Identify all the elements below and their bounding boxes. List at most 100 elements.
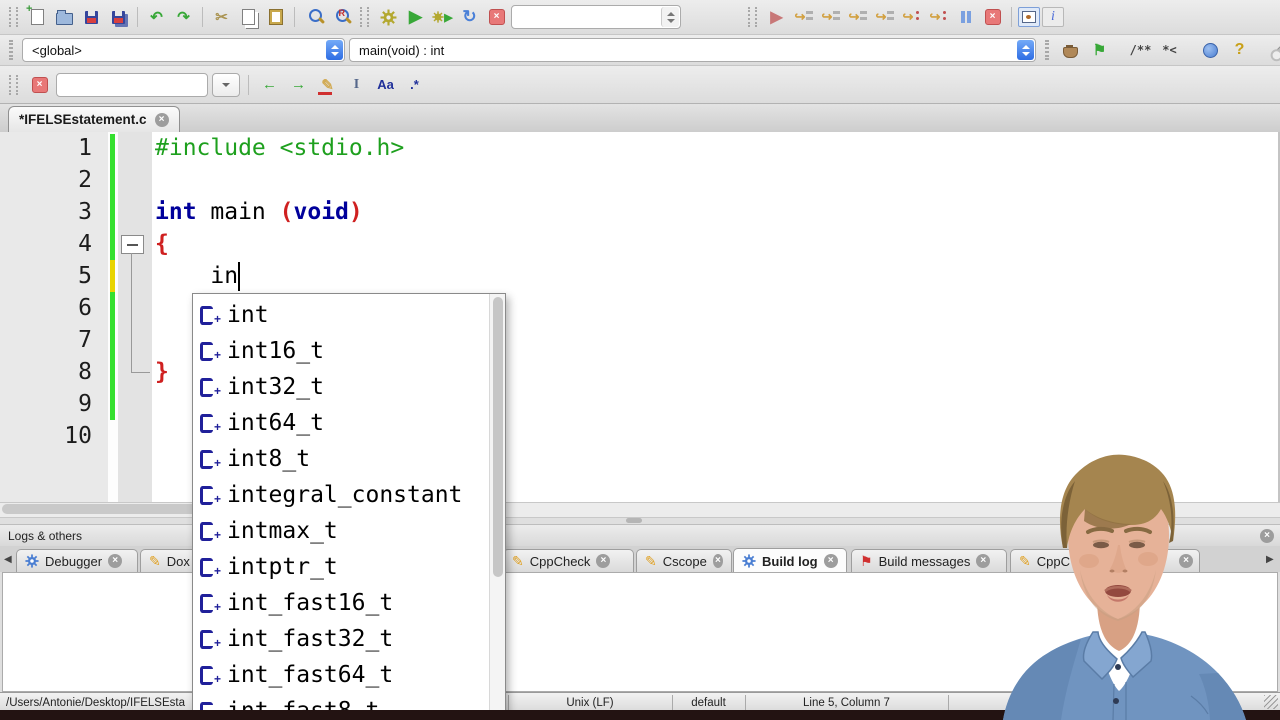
tab-debugger[interactable]: Debugger ×: [16, 549, 138, 572]
autocomplete-item[interactable]: int_fast32_t: [193, 621, 505, 661]
toolbar-drag-handle[interactable]: [1045, 40, 1049, 60]
stepper-icon[interactable]: [326, 40, 343, 60]
typedef-icon: [200, 553, 221, 589]
doxy-line-comment-button[interactable]: *<: [1157, 38, 1182, 63]
open-file-button[interactable]: [52, 5, 77, 30]
flag-icon: ⚑: [860, 552, 873, 569]
next-line-button[interactable]: ↪: [818, 5, 843, 30]
abort-build-button[interactable]: ×: [484, 5, 509, 30]
step-into-instruction-icon: ↪: [930, 9, 948, 25]
autocomplete-item[interactable]: int_fast16_t: [193, 585, 505, 625]
tab-cscope[interactable]: ✎ Cscope ×: [636, 549, 732, 572]
next-instruction-button[interactable]: ↪: [899, 5, 924, 30]
build-target-combo[interactable]: [511, 5, 681, 29]
replace-button[interactable]: [328, 5, 353, 30]
close-tab-button[interactable]: ×: [596, 554, 611, 568]
save-all-button[interactable]: [106, 5, 131, 30]
close-search-icon: ×: [31, 76, 48, 93]
doxy-block-comment-button[interactable]: /**: [1128, 38, 1153, 63]
close-tab-button[interactable]: ×: [823, 554, 838, 568]
editor-tab-label: *IFELSEstatement.c: [19, 112, 147, 127]
autocomplete-item[interactable]: int32_t: [193, 369, 505, 409]
member-combo[interactable]: main(void) : int: [349, 38, 1036, 62]
autocomplete-item[interactable]: intptr_t: [193, 549, 505, 589]
editor-tab-ifelsestatement[interactable]: *IFELSEstatement.c ×: [8, 106, 180, 132]
panel-splitter[interactable]: [626, 518, 642, 523]
autocomplete-item[interactable]: int64_t: [193, 405, 505, 445]
next-instruction-icon: ↪: [903, 9, 921, 25]
toolbar-drag-handle[interactable]: [9, 7, 18, 27]
autocomplete-item[interactable]: intmax_t: [193, 513, 505, 553]
run-to-cursor-icon: ↪: [795, 9, 813, 25]
cut-button[interactable]: ✂: [209, 5, 234, 30]
autocomplete-item[interactable]: int8_t: [193, 441, 505, 481]
close-tab-button[interactable]: ×: [712, 554, 723, 568]
autocomplete-scrollbar[interactable]: [489, 294, 505, 720]
paste-button[interactable]: [263, 5, 288, 30]
step-into-instruction-button[interactable]: ↪: [926, 5, 951, 30]
rebuild-button[interactable]: ↻: [457, 5, 482, 30]
next-line-icon: ↪: [822, 9, 840, 25]
symbols-browser-button[interactable]: [1058, 38, 1083, 63]
step-out-button[interactable]: ↪: [872, 5, 897, 30]
various-info-button[interactable]: i: [1042, 7, 1064, 27]
fold-line: [131, 372, 150, 373]
run-doxygen-button[interactable]: [1198, 38, 1223, 63]
fold-toggle[interactable]: [121, 235, 144, 254]
build-button[interactable]: [376, 5, 401, 30]
typedef-icon: [200, 517, 221, 553]
doxy-help-button[interactable]: ?: [1227, 38, 1252, 63]
autocomplete-item[interactable]: int16_t: [193, 333, 505, 373]
stop-debugger-button[interactable]: ×: [980, 5, 1005, 30]
match-case-button[interactable]: Aa: [373, 72, 398, 97]
autocomplete-item[interactable]: int_fast64_t: [193, 657, 505, 697]
build-and-run-button[interactable]: ▶: [430, 5, 455, 30]
change-bar-saved: [110, 134, 115, 260]
new-file-button[interactable]: [25, 3, 50, 30]
fold-gutter: [118, 132, 152, 502]
autocomplete-item[interactable]: int: [193, 297, 505, 337]
step-into-button[interactable]: ↪: [845, 5, 870, 30]
toolbar-drag-handle[interactable]: [9, 74, 18, 95]
close-tab-button[interactable]: ×: [154, 112, 169, 127]
redo-button[interactable]: ↷: [171, 5, 196, 30]
scroll-tabs-left-button[interactable]: ◀: [4, 554, 12, 565]
debug-continue-button[interactable]: ▶: [764, 5, 789, 30]
tab-build-log[interactable]: Build log ×: [733, 548, 847, 573]
find-button[interactable]: [301, 5, 326, 30]
close-tab-button[interactable]: ×: [108, 554, 123, 568]
highlight-occurrences-button[interactable]: ✎: [315, 72, 340, 97]
search-prev-button[interactable]: ←: [257, 72, 282, 97]
scope-combo[interactable]: <global>: [22, 38, 345, 62]
run-to-cursor-button[interactable]: ↪: [791, 5, 816, 30]
regex-button[interactable]: .*: [402, 72, 427, 97]
search-next-button[interactable]: →: [286, 72, 311, 97]
autocomplete-item[interactable]: integral_constant: [193, 477, 505, 517]
scrollbar-thumb[interactable]: [493, 297, 503, 577]
stepper-icon[interactable]: [661, 7, 679, 27]
debugging-windows-button[interactable]: [1018, 7, 1040, 27]
typedef-icon: [200, 373, 221, 409]
search-input[interactable]: [56, 72, 208, 97]
tab-build-messages[interactable]: ⚑ Build messages ×: [851, 549, 1007, 572]
stepper-icon[interactable]: [1017, 40, 1034, 60]
run-button[interactable]: ▶: [403, 5, 428, 30]
copy-button[interactable]: [236, 5, 261, 30]
text-caret: [238, 262, 240, 291]
tab-cppcheck[interactable]: ✎ CppCheck ×: [503, 549, 634, 572]
toolbar-drag-handle[interactable]: [748, 7, 757, 27]
settings-button[interactable]: [1268, 38, 1280, 63]
line-number: 5: [78, 263, 92, 289]
undo-button[interactable]: ↶: [144, 5, 169, 30]
selected-text-only-button[interactable]: I: [344, 72, 369, 97]
save-button[interactable]: [79, 5, 104, 30]
break-debugger-button[interactable]: [953, 5, 978, 30]
line-number: 8: [78, 359, 92, 385]
search-history-dropdown[interactable]: [212, 72, 240, 97]
close-search-button[interactable]: ×: [27, 72, 52, 97]
run-target-button[interactable]: ⚑: [1087, 38, 1112, 63]
toolbar-drag-handle[interactable]: [360, 7, 369, 27]
toolbar-drag-handle[interactable]: [9, 40, 13, 60]
autocomplete-popup[interactable]: int int16_t int32_t int64_t int8_t integ…: [192, 293, 506, 720]
debug-window-bug-icon: [1022, 11, 1036, 23]
